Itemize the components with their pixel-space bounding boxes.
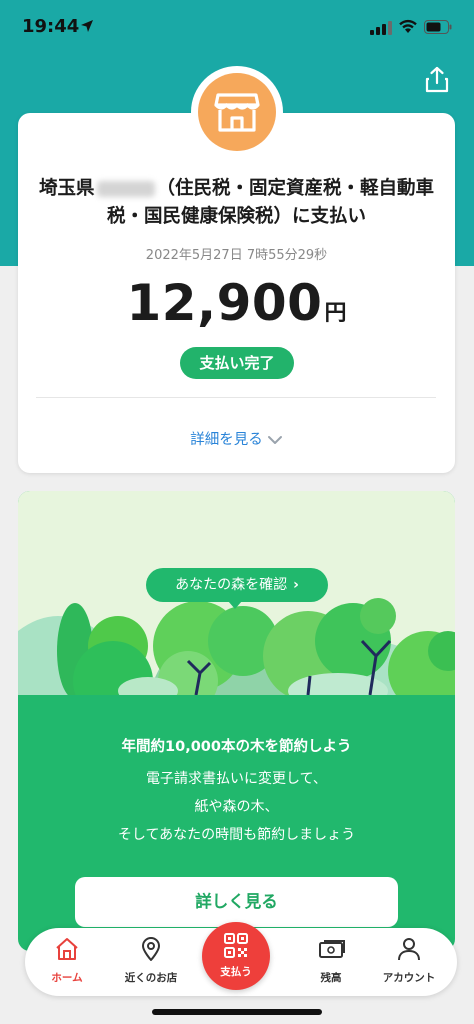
bubble-tail — [228, 601, 242, 609]
merchant-title: 埼玉県 （住民税・固定資産税・軽自動車税・国民健康保険税）に支払い — [18, 175, 455, 231]
redacted-text — [96, 181, 155, 197]
battery-icon — [424, 19, 452, 38]
person-icon — [396, 936, 422, 966]
forest-check-button[interactable]: あなたの森を確認 › — [146, 568, 328, 602]
currency-unit: 円 — [324, 301, 347, 326]
divider — [36, 397, 436, 398]
forest-body: 電子請求書払いに変更して、 紙や森の木、 そしてあなたの時間も節約しましょう — [18, 765, 455, 849]
signal-icon — [370, 20, 392, 39]
tab-home-label: ホーム — [51, 972, 83, 984]
pay-button[interactable]: 支払う — [202, 922, 270, 990]
share-icon[interactable] — [424, 66, 450, 94]
wallet-icon — [318, 936, 346, 966]
tab-nearby-label: 近くのお店 — [124, 972, 178, 984]
tab-account[interactable]: アカウント — [367, 928, 451, 996]
forest-check-label: あなたの森を確認 — [175, 577, 288, 593]
learn-more-button[interactable]: 詳しく見る — [75, 877, 398, 927]
forest-body-line: そしてあなたの時間も節約しましょう — [117, 827, 356, 843]
status-badge: 支払い完了 — [180, 347, 294, 379]
store-icon — [198, 73, 276, 151]
payment-amount: 12,900円 — [18, 274, 455, 332]
tab-nearby-stores[interactable]: 近くのお店 — [109, 928, 193, 996]
chevron-down-icon — [267, 436, 282, 444]
home-icon — [54, 936, 80, 966]
status-bar: 19:44 — [0, 0, 474, 56]
forest-body-line: 紙や森の木、 — [194, 799, 279, 815]
details-link-label: 詳細を見る — [190, 432, 263, 448]
payment-datetime: 2022年5月27日 7時55分29秒 — [145, 248, 328, 263]
chevron-right-icon: › — [293, 577, 299, 593]
status-time: 19:44 — [22, 16, 80, 37]
merchant-suffix: （住民税・固定資産税・軽自動車税・国民健康保険税）に支払い — [106, 178, 435, 227]
qr-code-icon — [224, 933, 248, 963]
forest-card: あなたの森を確認 › 年間約10,000本の木を節約しよう 電子請求書払いに変更し… — [18, 491, 455, 951]
merchant-prefix: 埼玉県 — [38, 178, 95, 199]
wifi-icon — [398, 19, 418, 38]
tab-balance-label: 残高 — [320, 972, 342, 984]
tab-account-label: アカウント — [382, 972, 436, 984]
tab-home[interactable]: ホーム — [25, 928, 109, 996]
forest-headline: 年間約10,000本の木を節約しよう — [121, 739, 352, 755]
details-link[interactable]: 詳細を見る — [18, 428, 455, 449]
home-indicator[interactable] — [152, 1009, 322, 1015]
forest-body-line: 電子請求書払いに変更して、 — [146, 771, 327, 787]
pay-button-label: 支払う — [220, 966, 252, 978]
tab-balance[interactable]: 残高 — [289, 928, 373, 996]
amount-value: 12,900 — [126, 274, 323, 332]
location-arrow-icon — [80, 18, 94, 37]
map-pin-icon — [138, 936, 164, 966]
